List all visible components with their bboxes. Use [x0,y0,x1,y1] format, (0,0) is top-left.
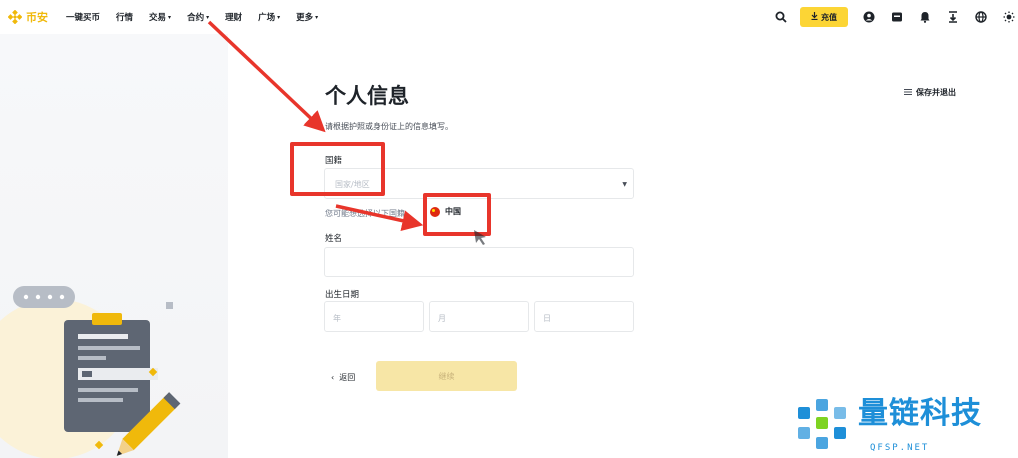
annotation-arrows [207,20,486,245]
watermark-site: QFSP.NET [870,443,930,453]
annotation-arrow-2 [335,204,424,231]
watermark-name: 量链科技 [858,396,982,431]
watermark-logo-icon [798,399,846,449]
mouse-cursor-icon [474,230,486,245]
annotation-arrow-1 [207,20,326,133]
